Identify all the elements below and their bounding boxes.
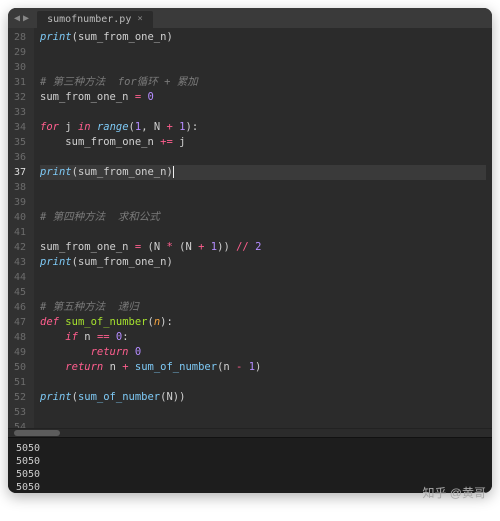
console-line: 5050 [16, 468, 484, 481]
nav-back-icon[interactable]: ◀ [14, 13, 20, 24]
console-line: 5050 [16, 455, 484, 468]
nav-forward-icon[interactable]: ▶ [23, 13, 29, 24]
tab-label: sumofnumber.py [47, 14, 131, 25]
scroll-thumb[interactable] [14, 430, 60, 436]
console-output: 5050 5050 5050 5050 [8, 437, 492, 493]
code-area[interactable]: print(sum_from_one_n) # 第三种方法 for循环 + 累加… [34, 28, 492, 428]
editor-area: 2829303132333435363738394041424344454647… [8, 28, 492, 428]
titlebar: ◀ ▶ sumofnumber.py × [8, 8, 492, 28]
cursor-icon [173, 166, 174, 178]
watermark: 知乎 @黄哥 [422, 484, 486, 501]
console-line: 5050 [16, 442, 484, 455]
nav-arrows: ◀ ▶ [14, 13, 29, 24]
horizontal-scrollbar[interactable] [8, 428, 492, 437]
line-gutter: 2829303132333435363738394041424344454647… [8, 28, 34, 428]
editor-window: ◀ ▶ sumofnumber.py × 2829303132333435363… [8, 8, 492, 493]
close-icon[interactable]: × [137, 14, 142, 24]
console-line: 5050 [16, 481, 484, 493]
file-tab[interactable]: sumofnumber.py × [37, 11, 153, 28]
